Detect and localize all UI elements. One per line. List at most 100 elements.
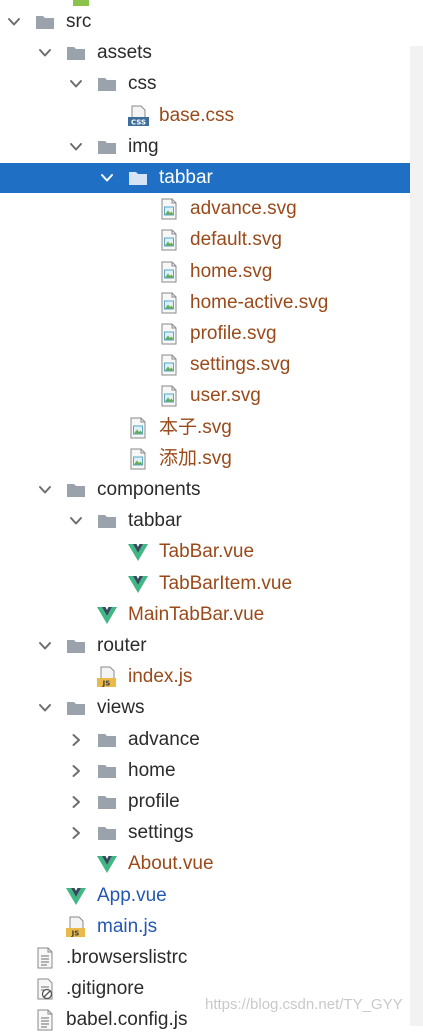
tree-item-label: advance [128, 728, 200, 750]
chevron-down-icon[interactable] [37, 45, 53, 61]
chevron-down-icon[interactable] [6, 14, 22, 30]
image-file-icon [158, 385, 180, 407]
tree-file-row[interactable]: user.svg [0, 381, 410, 411]
svg-text:CSS: CSS [131, 118, 146, 126]
tree-file-row[interactable]: JS main.js [0, 912, 410, 942]
chevron-down-icon[interactable] [37, 638, 53, 654]
tree-item-label: assets [97, 42, 152, 64]
chevron-down-icon[interactable] [68, 76, 84, 92]
chevron-down-icon[interactable] [68, 139, 84, 155]
tree-folder-row[interactable]: tabbar [0, 506, 410, 536]
tree-item-label: index.js [128, 666, 193, 688]
tree-folder-row[interactable]: advance [0, 725, 410, 755]
tree-item-label: home-active.svg [190, 291, 329, 313]
tree-item-label: profile [128, 791, 180, 812]
tree-item-label: MainTabBar.vue [128, 603, 265, 625]
tree-folder-row[interactable]: src [0, 7, 410, 37]
tree-folder-row[interactable]: css [0, 69, 410, 99]
tree-folder-row[interactable]: components [0, 475, 410, 505]
tree-file-row[interactable]: home.svg [0, 257, 410, 287]
tree-item-label: css [128, 73, 157, 95]
tree-file-row[interactable]: 添加.svg [0, 444, 410, 474]
chevron-right-icon[interactable] [68, 794, 84, 810]
tree-file-row[interactable]: .browserslistrc [0, 943, 410, 973]
image-file-icon [158, 292, 180, 314]
image-file-icon [158, 198, 180, 220]
chevron-right-icon[interactable] [68, 825, 84, 841]
folder-icon [65, 697, 87, 719]
tree-item-label: base.css [159, 104, 234, 126]
chevron-down-icon[interactable] [99, 170, 115, 186]
partial-file-icon [70, 0, 92, 6]
tree-item-label: components [97, 479, 201, 500]
chevron-right-icon[interactable] [68, 732, 84, 748]
folder-icon [65, 635, 87, 657]
image-file-icon [158, 261, 180, 283]
tree-item-label: babel.config.js [66, 1009, 188, 1031]
tree-folder-row[interactable]: home [0, 756, 410, 786]
chevron-right-icon[interactable] [68, 763, 84, 779]
tree-file-row[interactable]: JS index.js [0, 662, 410, 692]
vertical-scrollbar[interactable] [410, 46, 423, 1026]
image-file-icon [158, 229, 180, 251]
tree-file-row[interactable]: home-active.svg [0, 288, 410, 318]
tree-folder-row[interactable]: settings [0, 818, 410, 848]
chevron-down-icon[interactable] [68, 513, 84, 529]
tree-item-label: profile.svg [190, 323, 277, 344]
tree-file-row[interactable]: settings.svg [0, 350, 410, 380]
tree-file-row[interactable]: MainTabBar.vue [0, 600, 410, 630]
tree-item-label: App.vue [97, 884, 167, 906]
tree-item-label: About.vue [128, 853, 214, 875]
watermark-text: https://blog.csdn.net/TY_GYY [205, 996, 403, 1013]
tree-item-label: TabBarItem.vue [159, 572, 293, 594]
vue-file-icon [127, 541, 149, 563]
image-file-icon [127, 448, 149, 470]
tree-item-label: 添加.svg [159, 447, 232, 469]
tree-item-label: TabBar.vue [159, 541, 255, 563]
tree-file-row[interactable]: default.svg [0, 225, 410, 255]
folder-icon [96, 822, 118, 844]
chevron-down-icon[interactable] [37, 700, 53, 716]
tree-item-label: .gitignore [66, 978, 145, 1000]
folder-icon [96, 73, 118, 95]
tree-item-label: tabbar [159, 167, 213, 188]
tree-file-row[interactable]: TabBarItem.vue [0, 569, 410, 599]
tree-item-label: user.svg [190, 385, 261, 407]
tree-item-label: src [66, 11, 92, 32]
tree-file-row[interactable]: CSS base.css [0, 101, 410, 131]
image-file-icon [158, 354, 180, 376]
folder-icon [34, 11, 56, 33]
tree-file-row[interactable]: 本子.svg [0, 413, 410, 443]
js-file-icon: JS [96, 666, 118, 688]
tree-folder-row[interactable]: tabbar [0, 163, 410, 193]
tree-file-row[interactable]: TabBar.vue [0, 537, 410, 567]
tree-folder-row[interactable]: profile [0, 787, 410, 817]
tree-item-label: .browserslistrc [66, 947, 188, 968]
css-file-icon: CSS [127, 105, 149, 127]
js-file-icon: JS [65, 916, 87, 938]
vue-file-icon [127, 573, 149, 595]
folder-icon [96, 136, 118, 158]
tree-folder-row[interactable]: assets [0, 38, 410, 68]
tree-item-label: home.svg [190, 260, 273, 282]
folder-icon [96, 791, 118, 813]
vue-file-icon [96, 604, 118, 626]
text-file-icon [34, 947, 56, 969]
project-file-tree: src assets css CSS base.css img tabbar advance.… [0, 0, 410, 1031]
tree-item-label: tabbar [128, 510, 182, 532]
tree-folder-row[interactable]: views [0, 693, 410, 723]
tree-folder-row[interactable]: router [0, 631, 410, 661]
tree-folder-row[interactable]: img [0, 132, 410, 162]
folder-icon [96, 729, 118, 751]
svg-text:JS: JS [71, 929, 80, 937]
tree-file-row[interactable]: profile.svg [0, 319, 410, 349]
tree-file-row[interactable]: About.vue [0, 849, 410, 879]
chevron-down-icon[interactable] [37, 482, 53, 498]
tree-item-label: main.js [97, 915, 158, 937]
tree-item-label: img [128, 135, 159, 157]
tree-file-row[interactable]: advance.svg [0, 194, 410, 224]
tree-item-label: default.svg [190, 229, 282, 251]
tree-item-label: 本子.svg [159, 416, 232, 438]
tree-file-row[interactable]: App.vue [0, 881, 410, 911]
vue-file-icon [65, 885, 87, 907]
